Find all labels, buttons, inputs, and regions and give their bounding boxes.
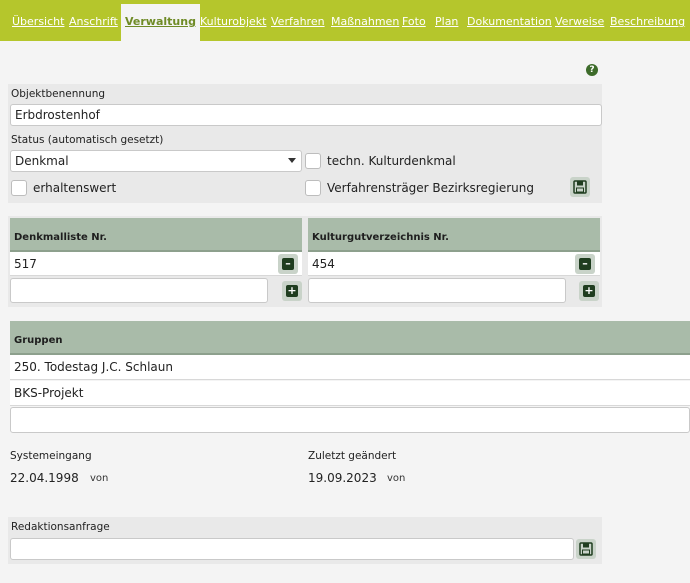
- tab-beschreibung[interactable]: Beschreibung: [610, 15, 685, 28]
- kulturgut-header: Kulturgutverzeichnis Nr.: [308, 218, 600, 252]
- systemeingang-von: von: [90, 473, 109, 484]
- denkmalliste-remove-button[interactable]: –: [278, 254, 298, 274]
- changed-label: Zuletzt geändert: [308, 450, 397, 462]
- plus-icon: +: [286, 284, 298, 297]
- techn-kulturdenkmal-label: techn. Kulturdenkmal: [327, 154, 456, 168]
- save-button[interactable]: [570, 177, 590, 197]
- systemeingang-date: 22.04.1998: [10, 471, 79, 485]
- gruppen-item: BKS-Projekt: [10, 381, 690, 406]
- redaktion-save-button[interactable]: [576, 539, 596, 559]
- minus-icon: –: [282, 258, 294, 270]
- gruppen-header: Gruppen: [10, 321, 690, 355]
- tab-verwaltung[interactable]: Verwaltung: [121, 4, 200, 41]
- plus-icon: +: [583, 284, 595, 297]
- kulturgut-add-button[interactable]: +: [579, 281, 599, 301]
- chevron-down-icon[interactable]: [281, 150, 302, 171]
- save-icon: [573, 180, 587, 194]
- erhaltenswert-checkbox[interactable]: [11, 180, 27, 196]
- gruppen-new-input[interactable]: [10, 407, 690, 433]
- object-name-input[interactable]: Erbdrostenhof: [10, 104, 602, 126]
- tab-kulturobjekt[interactable]: Kulturobjekt: [200, 15, 266, 28]
- verfahrenstraeger-checkbox[interactable]: [305, 180, 321, 196]
- kulturgut-remove-button[interactable]: –: [575, 254, 595, 274]
- kulturgut-value: 454: [308, 252, 600, 276]
- gruppen-item: 250. Todestag J.C. Schlaun: [10, 355, 690, 380]
- kulturgut-new-input[interactable]: [308, 278, 566, 303]
- tab-massnahmen[interactable]: Maßnahmen: [331, 15, 399, 28]
- minus-icon: –: [579, 258, 591, 270]
- tab-plan[interactable]: Plan: [435, 15, 458, 28]
- redaktion-input[interactable]: [10, 538, 574, 560]
- status-select[interactable]: Denkmal: [10, 150, 302, 172]
- tab-foto[interactable]: Foto: [402, 15, 426, 28]
- object-name-label: Objektbenennung: [11, 88, 106, 100]
- verfahrenstraeger-label: Verfahrensträger Bezirksregierung: [327, 181, 534, 195]
- denkmalliste-add-button[interactable]: +: [282, 281, 302, 301]
- systemeingang-label: Systemeingang: [10, 450, 92, 462]
- erhaltenswert-label: erhaltenswert: [33, 181, 117, 195]
- status-label: Status (automatisch gesetzt): [11, 134, 164, 146]
- denkmalliste-new-input[interactable]: [10, 278, 268, 303]
- tab-dokumentation[interactable]: Dokumentation: [467, 15, 552, 28]
- changed-von: von: [387, 473, 406, 484]
- tab-verweise[interactable]: Verweise: [555, 15, 604, 28]
- help-icon[interactable]: ?: [586, 64, 598, 76]
- tab-bar: Übersicht Anschrift Verwaltung Kulturobj…: [0, 0, 690, 41]
- save-icon: [579, 542, 593, 556]
- redaktion-label: Redaktionsanfrage: [11, 521, 110, 533]
- denkmalliste-header: Denkmalliste Nr.: [10, 218, 302, 252]
- tab-anschrift[interactable]: Anschrift: [69, 15, 118, 28]
- denkmalliste-value: 517: [10, 252, 302, 276]
- tab-uebersicht[interactable]: Übersicht: [12, 15, 64, 28]
- changed-date: 19.09.2023: [308, 471, 377, 485]
- techn-kulturdenkmal-checkbox[interactable]: [305, 153, 321, 169]
- tab-verfahren[interactable]: Verfahren: [271, 15, 325, 28]
